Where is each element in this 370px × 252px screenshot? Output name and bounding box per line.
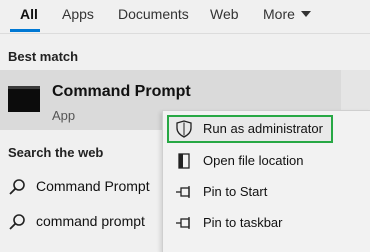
run-as-administrator-item[interactable]: Run as administrator [167, 115, 333, 143]
tab-more-label: More [263, 6, 295, 22]
tab-apps[interactable]: Apps [62, 0, 94, 32]
web-result-item[interactable]: command prompt [0, 207, 160, 237]
tab-documents[interactable]: Documents [118, 0, 189, 32]
search-icon [9, 214, 25, 230]
web-result-item[interactable]: Command Prompt [0, 172, 160, 202]
menu-item-label: Open file location [203, 153, 304, 168]
active-tab-indicator [10, 29, 40, 32]
folder-location-icon [178, 153, 190, 169]
open-file-location-item[interactable]: Open file location [167, 147, 333, 175]
search-web-heading: Search the web [8, 145, 104, 160]
tab-all[interactable]: All [20, 0, 38, 32]
tabs-divider [0, 33, 370, 34]
web-result-label: Command Prompt [36, 178, 150, 194]
shield-icon [176, 120, 192, 138]
pin-icon [176, 217, 190, 229]
menu-item-label: Pin to Start [203, 184, 268, 199]
menu-item-label: Run as administrator [203, 121, 323, 136]
context-menu: Run as administrator Open file location … [162, 110, 370, 252]
caret-down-icon [301, 11, 311, 17]
filter-tabs: All Apps Documents Web More [0, 0, 370, 32]
web-result-label: command prompt [36, 213, 145, 229]
pin-icon [176, 186, 190, 198]
tab-web[interactable]: Web [210, 0, 239, 32]
menu-item-label: Pin to taskbar [203, 215, 283, 230]
pin-to-taskbar-item[interactable]: Pin to taskbar [167, 209, 333, 237]
search-icon [9, 179, 25, 195]
app-type: App [52, 108, 76, 123]
tab-more[interactable]: More [263, 0, 311, 32]
best-match-heading: Best match [8, 49, 79, 64]
app-name: Command Prompt [52, 83, 191, 100]
pin-to-start-item[interactable]: Pin to Start [167, 178, 333, 206]
terminal-icon [8, 86, 40, 112]
